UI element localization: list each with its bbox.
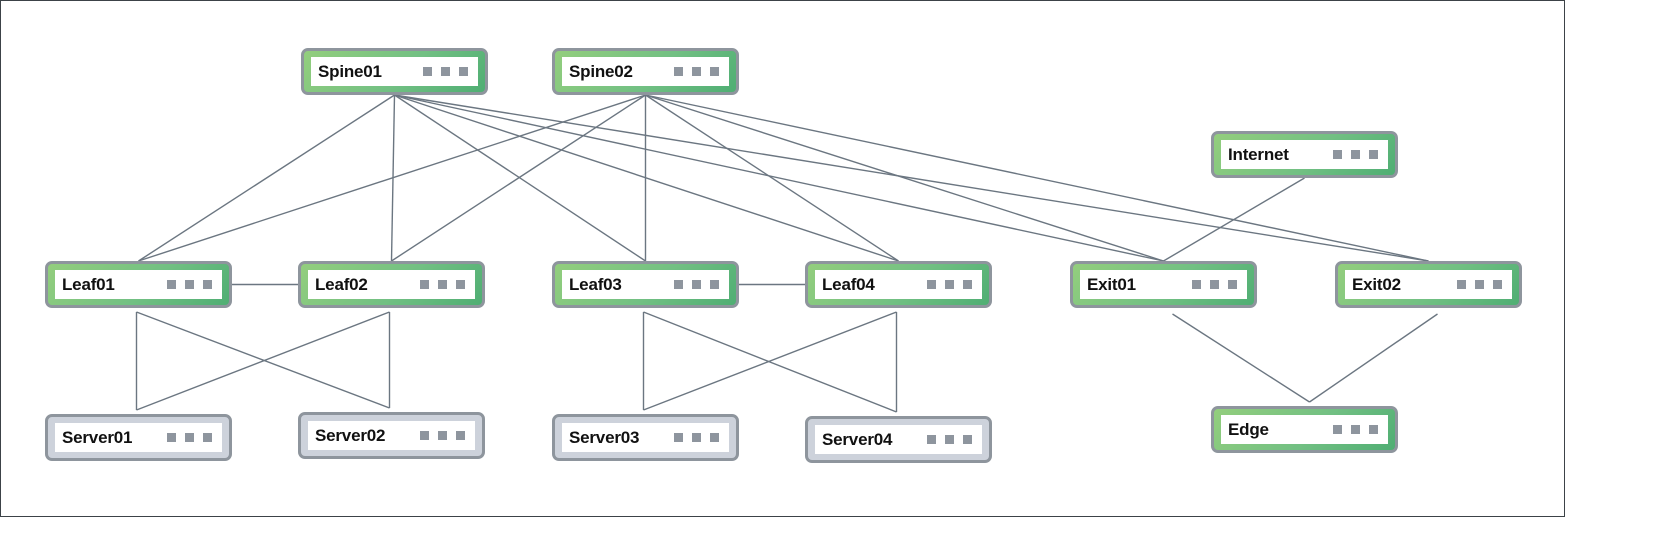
more-dots-icon[interactable] — [674, 67, 719, 76]
node-server04[interactable]: Server04 — [805, 416, 992, 463]
more-dots-icon[interactable] — [1192, 280, 1237, 289]
node-spine01[interactable]: Spine01 — [301, 48, 488, 95]
more-dots-icon[interactable] — [927, 435, 972, 444]
edge-spine01-leaf04 — [394, 94, 899, 262]
edge-spine01-exit01 — [394, 94, 1164, 262]
edge-exit01-edge — [1172, 313, 1310, 403]
more-dots-icon[interactable] — [423, 67, 468, 76]
node-label: Leaf01 — [62, 274, 115, 294]
more-dots-icon[interactable] — [167, 433, 212, 442]
more-dots-icon[interactable] — [927, 280, 972, 289]
node-label: Leaf03 — [569, 274, 622, 294]
node-label: Server03 — [569, 427, 640, 447]
node-label: Exit01 — [1087, 274, 1136, 294]
node-label: Edge — [1228, 419, 1269, 439]
more-dots-icon[interactable] — [674, 433, 719, 442]
more-dots-icon[interactable] — [420, 431, 465, 440]
edge-spine02-exit02 — [645, 94, 1429, 262]
node-label: Server04 — [822, 429, 893, 449]
node-label: Spine01 — [318, 61, 382, 81]
node-internet[interactable]: Internet — [1211, 131, 1398, 178]
node-exit01[interactable]: Exit01 — [1070, 261, 1257, 308]
node-leaf03[interactable]: Leaf03 — [552, 261, 739, 308]
node-label: Spine02 — [569, 61, 633, 81]
more-dots-icon[interactable] — [167, 280, 212, 289]
node-leaf04[interactable]: Leaf04 — [805, 261, 992, 308]
more-dots-icon[interactable] — [1333, 150, 1378, 159]
more-dots-icon[interactable] — [674, 280, 719, 289]
more-dots-icon[interactable] — [420, 280, 465, 289]
edge-exit02-edge — [1309, 313, 1438, 403]
node-server02[interactable]: Server02 — [298, 412, 485, 459]
node-server03[interactable]: Server03 — [552, 414, 739, 461]
node-label: Leaf02 — [315, 274, 368, 294]
node-label: Leaf04 — [822, 274, 875, 294]
edge-spine01-leaf01 — [138, 94, 395, 262]
node-spine02[interactable]: Spine02 — [552, 48, 739, 95]
node-exit02[interactable]: Exit02 — [1335, 261, 1522, 308]
more-dots-icon[interactable] — [1457, 280, 1502, 289]
more-dots-icon[interactable] — [1333, 425, 1378, 434]
node-label: Internet — [1228, 144, 1289, 164]
node-leaf02[interactable]: Leaf02 — [298, 261, 485, 308]
node-leaf01[interactable]: Leaf01 — [45, 261, 232, 308]
node-server01[interactable]: Server01 — [45, 414, 232, 461]
node-edge[interactable]: Edge — [1211, 406, 1398, 453]
node-label: Exit02 — [1352, 274, 1401, 294]
edge-spine02-leaf04 — [645, 94, 899, 262]
edge-internet-exit01 — [1163, 177, 1305, 262]
node-label: Server01 — [62, 427, 133, 447]
node-label: Server02 — [315, 425, 386, 445]
edge-spine02-exit01 — [645, 94, 1164, 262]
edge-spine01-exit02 — [394, 94, 1429, 262]
